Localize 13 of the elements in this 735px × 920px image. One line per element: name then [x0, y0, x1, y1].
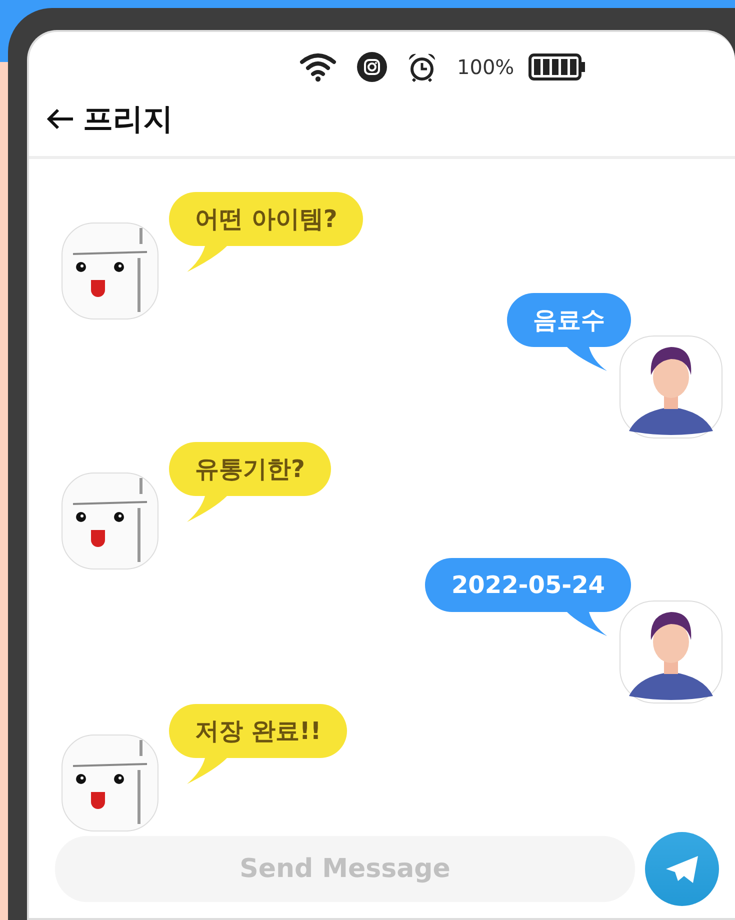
alarm-clock-icon	[407, 52, 437, 82]
bubble-tail	[567, 347, 607, 373]
paper-plane-icon	[664, 853, 700, 885]
battery-percent: 100%	[457, 55, 514, 80]
battery-icon	[528, 53, 586, 82]
back-arrow-icon[interactable]	[45, 107, 75, 132]
bubble-tail	[187, 496, 227, 522]
camera-icon	[357, 52, 387, 82]
bubble-tail	[187, 246, 227, 272]
chat-title: 프리지	[83, 100, 173, 139]
bubble-tail	[567, 612, 607, 638]
wifi-icon	[299, 52, 337, 82]
bubble-tail	[187, 758, 227, 784]
